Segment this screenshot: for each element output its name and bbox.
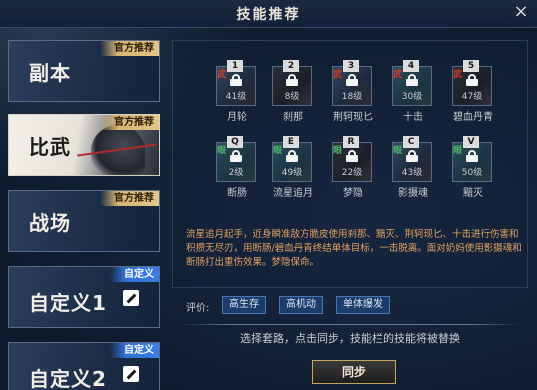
lock-icon: [466, 150, 478, 162]
hotkey-label: 5: [463, 60, 479, 72]
tab-battlefield[interactable]: 战场 官方推荐: [8, 190, 160, 252]
eye-type-badge: 眼: [333, 146, 343, 156]
skill-slot[interactable]: 武 1 41级 月轮: [214, 60, 260, 123]
edit-icon[interactable]: [123, 366, 139, 382]
eye-type-badge: 眼: [273, 146, 283, 156]
martial-type-badge: 武: [217, 70, 227, 80]
hotkey-label: E: [283, 136, 299, 148]
hotkey-label: R: [343, 136, 359, 148]
sync-button[interactable]: 同步: [312, 360, 396, 384]
hotkey-label: V: [463, 136, 479, 148]
skill-level: 2级: [228, 168, 244, 178]
tab-custom-1[interactable]: 自定义1 自定义: [8, 266, 160, 328]
lock-icon: [406, 74, 418, 86]
martial-type-badge: 武: [453, 70, 463, 80]
tab-label: 自定义2: [29, 367, 107, 390]
rating-tag: 高机动: [279, 296, 323, 314]
lock-icon: [230, 74, 242, 86]
skill-slot[interactable]: 武 4 30级 十击: [390, 60, 436, 123]
tab-dungeon[interactable]: 副本 官方推荐: [8, 40, 160, 102]
sync-hint: 选择套路，点击同步，技能栏的技能将被替换: [240, 332, 460, 345]
official-badge: 官方推荐: [100, 41, 159, 56]
official-badge: 官方推荐: [100, 191, 159, 206]
eye-type-badge: 眼: [393, 146, 403, 156]
hotkey-label: 3: [343, 60, 359, 72]
lock-icon: [346, 150, 358, 162]
tab-custom-2[interactable]: 自定义2 自定义: [8, 342, 160, 390]
eye-type-badge: 眼: [217, 146, 227, 156]
lock-icon: [406, 150, 418, 162]
tab-label: 副本: [29, 61, 71, 85]
eye-type-badge: 眼: [453, 146, 463, 156]
skill-name: 十击: [403, 112, 423, 123]
hotkey-label: Q: [227, 136, 243, 148]
skill-level: 43级: [401, 168, 423, 178]
build-description: 流星追月起手，近身瞬准敌方脆皮使用刹那、黯灭、荆轲现匕、十击进行伤害和积攒无尽刃…: [186, 229, 522, 268]
rating-tag: 高生存: [222, 296, 266, 314]
skill-name: 刹那: [283, 112, 303, 123]
lock-icon: [286, 74, 298, 86]
tab-label: 自定义1: [29, 291, 107, 315]
skill-slot[interactable]: 2 8级 刹那: [270, 60, 316, 123]
martial-type-badge: 武: [333, 70, 343, 80]
skill-slot[interactable]: 武 5 47级 碧血丹青: [450, 60, 496, 123]
hotkey-label: 1: [227, 60, 243, 72]
tab-duel[interactable]: 比武 官方推荐: [8, 114, 160, 176]
rating-tag: 单体爆发: [336, 296, 390, 314]
skill-slot[interactable]: 眼 C 43级 影摄魂: [390, 136, 436, 199]
skill-level: 18级: [341, 92, 363, 102]
edit-icon[interactable]: [123, 290, 139, 306]
skill-level: 47级: [461, 92, 483, 102]
skill-name: 梦隐: [343, 188, 363, 199]
skill-level: 49级: [281, 168, 303, 178]
tab-label: 比武: [29, 135, 71, 159]
tab-label: 战场: [29, 211, 71, 235]
official-badge: 官方推荐: [100, 115, 159, 130]
skill-slot[interactable]: 眼 R 22级 梦隐: [330, 136, 376, 199]
martial-type-badge: 武: [393, 70, 403, 80]
skill-slot[interactable]: 武 3 18级 荆轲现匕: [330, 60, 376, 123]
skill-level: 30级: [401, 92, 423, 102]
skill-slot[interactable]: 眼 E 49级 流星追月: [270, 136, 316, 199]
hotkey-label: 4: [403, 60, 419, 72]
skill-slot[interactable]: 眼 Q 2级 断肠: [214, 136, 260, 199]
divider: [180, 324, 520, 325]
skill-name: 黯灭: [463, 188, 483, 199]
hotkey-label: 2: [283, 60, 299, 72]
window-title: 技能推荐: [236, 7, 301, 23]
lock-icon: [346, 74, 358, 86]
skill-level: 50级: [461, 168, 483, 178]
rating-label: 评价:: [186, 303, 210, 314]
skill-name: 碧血丹青: [453, 112, 493, 123]
custom-badge: 自定义: [110, 267, 159, 282]
skill-slot[interactable]: 眼 V 50级 黯灭: [450, 136, 496, 199]
lock-icon: [466, 74, 478, 86]
lock-icon: [286, 150, 298, 162]
skill-name: 荆轲现匕: [333, 112, 373, 123]
custom-badge: 自定义: [110, 343, 159, 358]
skill-level: 22级: [341, 168, 363, 178]
close-icon[interactable]: ×: [511, 1, 531, 23]
skill-level: 41级: [225, 92, 247, 102]
title-bar: 技能推荐 ×: [0, 0, 537, 28]
skill-level: 8级: [284, 92, 300, 102]
lock-icon: [230, 150, 242, 162]
hotkey-label: C: [403, 136, 419, 148]
skill-name: 流星追月: [273, 188, 313, 199]
skill-name: 影摄魂: [398, 188, 428, 199]
